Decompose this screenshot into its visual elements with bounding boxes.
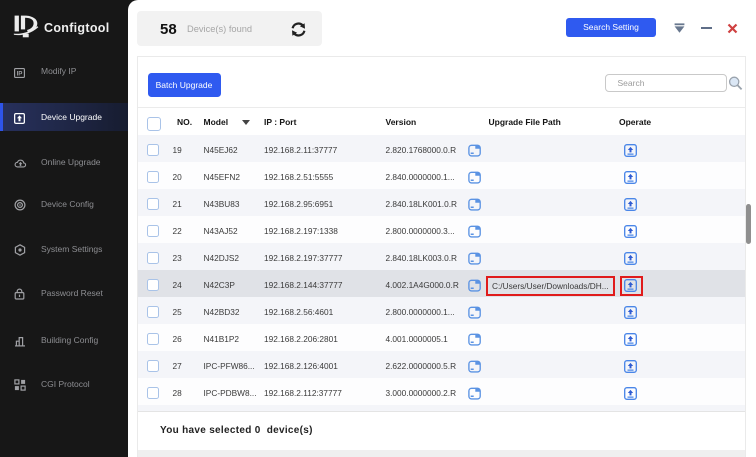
svg-text:IP: IP — [17, 70, 23, 77]
